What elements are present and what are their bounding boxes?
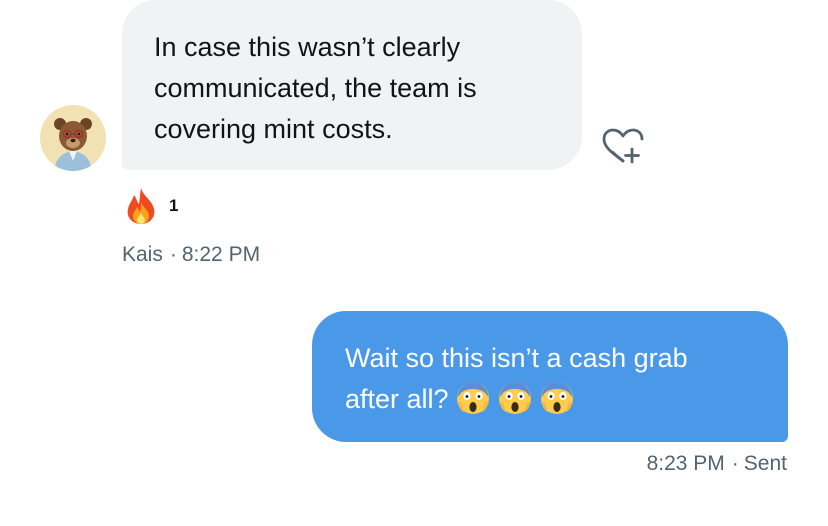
incoming-message-bubble[interactable]: In case this wasn’t clearly communicated… <box>122 0 582 170</box>
bear-avatar-icon <box>40 105 106 171</box>
conversation-view: In case this wasn’t clearly communicated… <box>0 0 828 526</box>
outgoing-message-meta: 8:23 PM · Sent <box>647 452 787 476</box>
incoming-message-meta: Kais · 8:22 PM <box>122 243 260 267</box>
add-reaction-button[interactable] <box>600 126 646 168</box>
outgoing-message-line-2: after all? <box>345 384 449 414</box>
heart-plus-icon <box>602 128 644 164</box>
outgoing-message-line-2-row: after all? <box>345 379 768 420</box>
incoming-timestamp: 8:22 PM <box>181 243 261 266</box>
outgoing-message-line-1: Wait so this isn’t a cash grab <box>345 343 688 373</box>
outgoing-message-bubble[interactable]: Wait so this isn’t a cash grab after all… <box>312 311 788 442</box>
delivery-status: Sent <box>743 452 787 475</box>
meta-separator: · <box>731 452 739 475</box>
sender-name[interactable]: Kais <box>122 243 163 266</box>
screaming-face-emoji-icon <box>498 382 531 414</box>
fire-emoji-icon <box>127 188 155 224</box>
meta-separator: · <box>169 243 177 266</box>
outgoing-timestamp: 8:23 PM <box>646 452 725 475</box>
screaming-face-emoji-icon <box>540 382 573 414</box>
reaction-badge[interactable]: 1 <box>122 186 178 226</box>
screaming-face-emoji-icon <box>456 382 489 414</box>
reaction-count: 1 <box>169 196 179 215</box>
sender-avatar[interactable] <box>40 105 106 171</box>
